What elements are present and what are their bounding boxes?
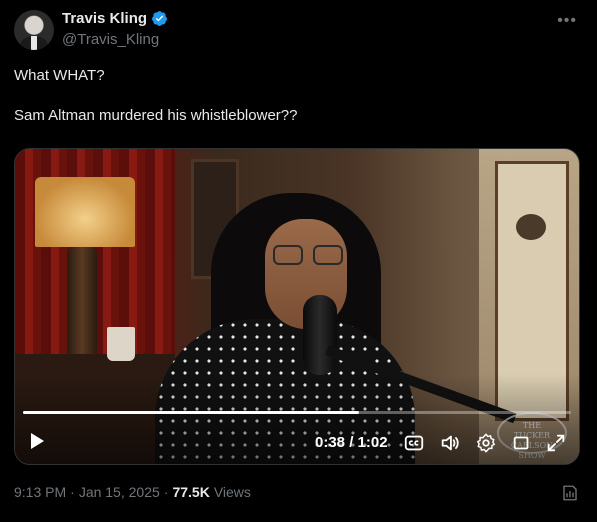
video-frame-lamp-base	[67, 247, 97, 357]
volume-icon[interactable]	[439, 432, 461, 454]
video-time-display: 0:38 / 1:02	[315, 434, 388, 451]
views-label: Views	[213, 484, 251, 500]
picture-in-picture-icon[interactable]	[511, 432, 533, 454]
video-frame-mug	[107, 327, 135, 361]
video-controls: 0:38 / 1:02	[23, 429, 571, 457]
meta-separator: ·	[163, 484, 169, 500]
author-avatar[interactable]	[14, 10, 54, 50]
author-handle[interactable]: @Travis_Kling	[62, 31, 159, 48]
fullscreen-icon[interactable]	[545, 432, 567, 454]
avatar-shirt	[31, 36, 37, 50]
glasses-lens-left	[273, 245, 303, 265]
captions-icon[interactable]	[403, 432, 425, 454]
video-frame-microphone	[303, 295, 337, 375]
tweet-text: What WHAT? Sam Altman murdered his whist…	[14, 67, 298, 124]
author-display-name[interactable]: Travis Kling	[62, 10, 147, 27]
video-player[interactable]: THETUCKERCARLSON SHOW 0:38 / 1:02	[14, 148, 580, 465]
video-frame-lamp	[35, 177, 135, 247]
play-icon[interactable]	[31, 433, 44, 449]
more-horizontal-icon[interactable]: •••	[557, 12, 577, 30]
meta-separator: ·	[70, 484, 75, 500]
tweet-date[interactable]: Jan 15, 2025	[79, 484, 160, 500]
verified-badge-icon[interactable]	[151, 10, 168, 27]
tweet-time[interactable]: 9:13 PM	[14, 484, 66, 500]
tweet-header: Travis Kling @Travis_Kling •••	[14, 10, 583, 50]
tweet-meta: 9:13 PM · Jan 15, 2025 · 77.5K Views	[14, 484, 251, 500]
glasses-lens-right	[313, 245, 343, 265]
video-frame-glasses	[273, 245, 349, 267]
settings-icon[interactable]	[475, 432, 497, 454]
analytics-icon[interactable]	[561, 484, 579, 502]
video-progress-bar[interactable]	[23, 411, 571, 414]
video-progress-fill	[23, 411, 359, 414]
author-name-row: Travis Kling	[62, 10, 168, 27]
views-count: 77.5K	[172, 484, 210, 500]
